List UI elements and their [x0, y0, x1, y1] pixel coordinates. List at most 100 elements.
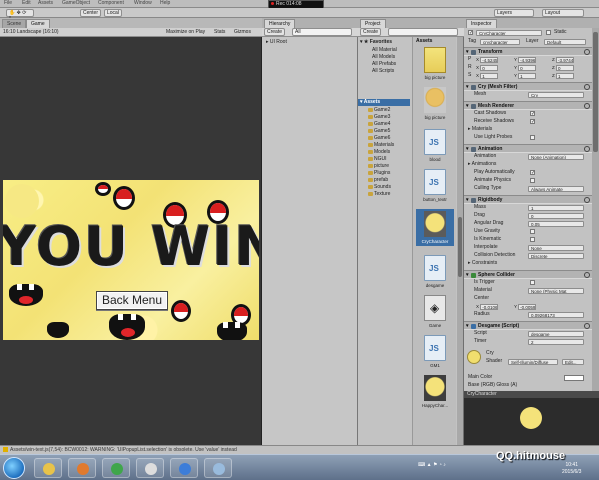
rotation-z[interactable]: Z 0 [552, 65, 574, 71]
tab-project[interactable]: Project [360, 19, 386, 28]
physic-material-field[interactable]: None (Physic Mat [528, 288, 584, 294]
position-z[interactable]: Z -3.97446 [552, 57, 574, 63]
anim-physics-checkbox[interactable] [530, 178, 535, 183]
folder-item[interactable]: Materials [368, 142, 394, 148]
preview-pane[interactable]: CryCharacter [464, 391, 599, 445]
center-y[interactable]: Y -0.00594 [514, 304, 537, 310]
asset-item[interactable]: big picture [416, 87, 454, 120]
aspect-dropdown[interactable]: 16:10 Landscape (16:10) [3, 29, 59, 35]
shader-edit-button[interactable]: Edit... [562, 359, 584, 365]
folder-item[interactable]: prefab [368, 177, 388, 183]
scale-y[interactable]: Y 1 [514, 73, 537, 79]
light-probes-checkbox[interactable] [530, 135, 535, 140]
layers-dropdown[interactable]: Layers [494, 9, 534, 17]
scale-z[interactable]: Z 1 [552, 73, 574, 79]
active-checkbox[interactable]: ✓ [468, 30, 473, 36]
interpolate-dropdown[interactable]: None [528, 245, 584, 251]
folder-item[interactable]: Texture [368, 191, 390, 197]
folder-item[interactable]: Game2 [368, 107, 390, 113]
taskbar-app-unity[interactable] [136, 458, 164, 478]
gear-icon[interactable] [584, 323, 590, 329]
transform-tools[interactable]: ✋ ✥ ⟳ ⤡ [6, 9, 34, 22]
rotation-x[interactable]: X 0 [476, 65, 499, 71]
folder-item[interactable]: Models [368, 149, 390, 155]
object-name-field[interactable]: CryCharacter [476, 30, 542, 36]
asset-item[interactable]: HappyChar... [416, 375, 454, 408]
console-warning[interactable]: Assets/win-text.js(7,54): BCW0012: WARNI… [3, 447, 237, 453]
tab-inspector[interactable]: Inspector [466, 19, 497, 28]
favorite-item[interactable]: All Scripts [372, 68, 394, 74]
position-x[interactable]: X -4.52454 [476, 57, 499, 63]
sphere-collider-header[interactable]: ▾ Sphere Collider [464, 270, 592, 279]
favorite-item[interactable]: All Models [372, 54, 395, 60]
folder-item[interactable]: Game6 [368, 135, 390, 141]
layer-dropdown[interactable]: Default [544, 39, 586, 45]
desgame-script-header[interactable]: ▾ Desgame (Script) [464, 321, 592, 330]
folder-item[interactable]: Game5 [368, 128, 390, 134]
folder-item[interactable]: Game4 [368, 121, 390, 127]
menu-assets[interactable]: Assets [38, 0, 53, 6]
trigger-checkbox[interactable] [530, 280, 535, 285]
rigidbody-header[interactable]: ▾ Rigidbody [464, 195, 592, 204]
asset-item[interactable]: JS button_textr [416, 169, 454, 202]
gear-icon[interactable] [584, 103, 590, 109]
game-viewport[interactable]: YOU WIN Back Menu [3, 180, 259, 340]
mass-field[interactable]: 1 [528, 205, 584, 211]
main-color-swatch[interactable] [564, 375, 584, 381]
shader-dropdown[interactable]: Self-Illumin/Diffuse [508, 359, 558, 365]
folder-item[interactable]: Game3 [368, 114, 390, 120]
favorites-header[interactable]: ▾ ★ Favorites [360, 39, 392, 45]
transform-component-header[interactable]: ▾ Transform [464, 47, 592, 56]
project-scrollbar[interactable] [457, 37, 463, 462]
folder-item[interactable]: picture [368, 163, 389, 169]
play-auto-checkbox[interactable]: ✓ [530, 170, 535, 176]
animations-row[interactable]: ▸ Animations [464, 161, 592, 169]
taskbar-app-browser[interactable] [170, 458, 198, 478]
animation-header[interactable]: ▾ Animation [464, 144, 592, 153]
radius-field[interactable]: 0.09268173 [528, 312, 584, 318]
drag-field[interactable]: 0 [528, 213, 584, 219]
timer-field[interactable]: 2 [528, 339, 584, 345]
taskbar-app-chrome[interactable] [102, 458, 130, 478]
asset-item[interactable]: big picture [416, 47, 454, 80]
space-toggle[interactable]: Local [104, 9, 122, 17]
hierarchy-search-input[interactable]: All [292, 28, 352, 36]
start-button[interactable] [3, 457, 25, 479]
favorite-item[interactable]: All Prefabs [372, 61, 396, 67]
tab-game[interactable]: Game [26, 19, 50, 28]
mesh-field[interactable]: Cry [528, 92, 584, 98]
system-tray[interactable]: ⌨ ▲ ⚑ ◔ ♪ [418, 462, 446, 468]
asset-item[interactable]: ◈ Game [416, 295, 454, 328]
rotation-y[interactable]: Y 0 [514, 65, 537, 71]
maximize-on-play-toggle[interactable]: Maximize on Play [166, 29, 205, 35]
gear-icon[interactable] [584, 49, 590, 55]
kinematic-checkbox[interactable] [530, 237, 535, 242]
animation-field[interactable]: None (Animation) [528, 154, 584, 160]
gear-icon[interactable] [584, 146, 590, 152]
tag-dropdown[interactable]: crycharacter [480, 39, 520, 45]
center-x[interactable]: X -0.01064 [476, 304, 499, 310]
project-search-input[interactable] [388, 28, 458, 36]
culling-dropdown[interactable]: Always Animate [528, 186, 584, 192]
gravity-checkbox[interactable] [530, 229, 535, 234]
menu-gameobject[interactable]: GameObject [62, 0, 90, 6]
menu-component[interactable]: Component [98, 0, 124, 6]
back-menu-button[interactable]: Back Menu [96, 291, 168, 310]
favorite-item[interactable]: All Material [372, 47, 397, 53]
scale-x[interactable]: X 1 [476, 73, 499, 79]
hierarchy-create-button[interactable]: Create [264, 28, 286, 36]
folder-item[interactable]: Sounds [368, 184, 391, 190]
asset-item-selected[interactable]: CryCharacter [416, 209, 454, 246]
mesh-filter-header[interactable]: ▾ Cry (Mesh Filter) [464, 82, 592, 91]
project-create-button[interactable]: Create [360, 28, 382, 36]
static-checkbox[interactable] [546, 30, 551, 35]
tab-scene[interactable]: Scene [2, 19, 27, 28]
hierarchy-item-ui-root[interactable]: ▸ UI Root [266, 39, 287, 45]
cast-shadows-checkbox[interactable]: ✓ [530, 111, 535, 117]
assets-header[interactable]: ▾ Assets [360, 99, 380, 105]
clock[interactable]: 10:41 2015/6/3 [562, 462, 581, 476]
script-field[interactable]: desgame [528, 331, 584, 337]
angular-drag-field[interactable]: 0.05 [528, 221, 584, 227]
taskbar-app-media[interactable] [68, 458, 96, 478]
position-y[interactable]: Y -4.9396 [514, 57, 537, 63]
